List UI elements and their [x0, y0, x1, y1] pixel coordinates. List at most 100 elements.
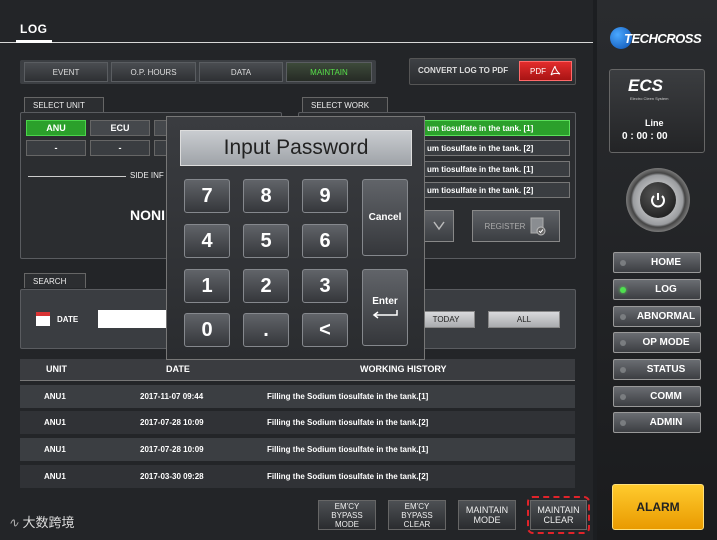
side-info-label: SIDE INF: [130, 171, 164, 180]
select-work-label: SELECT WORK: [302, 97, 388, 112]
tab-data[interactable]: DATA: [199, 62, 283, 82]
key-1[interactable]: 1: [184, 269, 230, 303]
search-label: SEARCH: [24, 273, 86, 288]
key-backspace[interactable]: <: [302, 313, 348, 347]
convert-pdf-label: CONVERT LOG TO PDF: [418, 66, 509, 75]
key-4[interactable]: 4: [184, 224, 230, 258]
key-6[interactable]: 6: [302, 224, 348, 258]
nav-abnormal-indicator: [620, 314, 626, 320]
document-check-icon: [530, 217, 546, 236]
ecs-subtitle: Electro Cleen System: [630, 96, 669, 101]
pdf-icon: [550, 65, 561, 76]
unit-ecu-button[interactable]: ECU: [90, 120, 150, 136]
work-item-2[interactable]: um tiosulfate in the tank. [2]: [422, 140, 570, 156]
nav-log-indicator: [620, 287, 626, 293]
column-header-date: DATE: [166, 364, 190, 374]
maintain-mode-line1: MAINTAIN: [465, 505, 509, 515]
line-time: 0 : 00 : 00: [622, 131, 668, 142]
tab-maintain[interactable]: MAINTAIN: [286, 62, 372, 82]
highlight-outline: [527, 496, 590, 534]
key-dot[interactable]: .: [243, 313, 289, 347]
nav-log-label: LOG: [655, 284, 677, 295]
cancel-label: Cancel: [368, 212, 402, 223]
nav-admin-indicator: [620, 420, 626, 426]
nav-admin[interactable]: ADMIN: [613, 412, 701, 433]
nav-abnormal[interactable]: ABNORMAL: [613, 306, 701, 327]
unit-anu-button[interactable]: ANU: [26, 120, 86, 136]
nav-status-indicator: [620, 367, 626, 373]
select-unit-label: SELECT UNIT: [24, 97, 104, 112]
key-5[interactable]: 5: [243, 224, 289, 258]
key-7[interactable]: 7: [184, 179, 230, 213]
page-title: LOG: [20, 22, 48, 36]
chevron-down-icon: [433, 221, 445, 231]
row-unit: ANU1: [44, 418, 66, 427]
row-history: Filling the Sodium tiosulfate in the tan…: [267, 392, 429, 401]
enter-button[interactable]: Enter: [362, 269, 408, 346]
nav-status[interactable]: STATUS: [613, 359, 701, 380]
nav-status-label: STATUS: [646, 364, 686, 375]
key-3[interactable]: 3: [302, 269, 348, 303]
nav-comm-label: COMM: [650, 391, 682, 402]
work-item-1[interactable]: um tiosulfate in the tank. [1]: [422, 120, 570, 136]
maintain-mode-line2: MODE: [473, 515, 501, 525]
power-button[interactable]: [626, 168, 690, 232]
pdf-button-label: PDF: [530, 66, 546, 76]
row-history: Filling the Sodium tiosulfate in the tan…: [267, 445, 429, 454]
nav-op-mode-indicator: [620, 340, 626, 346]
row-date: 2017-11-07 09:44: [140, 392, 204, 401]
emcy-bypass-mode-line2: MODE: [335, 519, 359, 529]
emcy-bypass-mode-line1: EM'CY BYPASS: [331, 501, 363, 520]
cancel-button[interactable]: Cancel: [362, 179, 408, 256]
work-item-3[interactable]: um tiosulfate in the tank. [1]: [422, 161, 570, 177]
key-9[interactable]: 9: [302, 179, 348, 213]
key-8[interactable]: 8: [243, 179, 289, 213]
nav-admin-label: ADMIN: [649, 417, 683, 428]
tab-event[interactable]: EVENT: [24, 62, 108, 82]
nav-log[interactable]: LOG: [613, 279, 701, 300]
all-button[interactable]: ALL: [488, 311, 560, 328]
register-button[interactable]: REGISTER: [472, 210, 560, 242]
work-dropdown-button[interactable]: [424, 210, 454, 242]
calendar-icon: [36, 312, 50, 326]
row-unit: ANU1: [44, 472, 66, 481]
date-input[interactable]: [98, 310, 168, 328]
pdf-button[interactable]: PDF: [519, 61, 572, 81]
title-underline: [16, 40, 52, 43]
nav-home-indicator: [620, 260, 626, 266]
nav-op-mode[interactable]: OP MODE: [613, 332, 701, 353]
date-label: DATE: [57, 315, 79, 324]
row-unit: ANU1: [44, 445, 66, 454]
unit-slot-1[interactable]: -: [26, 140, 86, 156]
alarm-button[interactable]: ALARM: [612, 484, 704, 530]
row-date: 2017-07-28 10:09: [140, 445, 204, 454]
key-0[interactable]: 0: [184, 313, 230, 347]
column-header-unit: UNIT: [46, 364, 67, 374]
register-label: REGISTER: [484, 221, 526, 231]
row-date: 2017-03-30 09:28: [140, 472, 204, 481]
key-2[interactable]: 2: [243, 269, 289, 303]
title-divider: [0, 42, 593, 43]
row-unit: ANU1: [44, 392, 66, 401]
unit-slot-2[interactable]: -: [90, 140, 150, 156]
nav-home[interactable]: HOME: [613, 252, 701, 273]
emcy-bypass-clear-line1: EM'CY BYPASS: [401, 501, 433, 520]
enter-arrow-icon: [372, 310, 398, 319]
table-header: [20, 359, 575, 381]
row-history: Filling the Sodium tiosulfate in the tan…: [267, 418, 429, 427]
nav-op-mode-label: OP MODE: [642, 337, 690, 348]
work-item-4[interactable]: um tiosulfate in the tank. [2]: [422, 182, 570, 198]
watermark-icon: ∿: [8, 515, 19, 530]
password-input[interactable]: Input Password: [180, 130, 412, 166]
ecs-logo: ECS: [628, 76, 663, 95]
maintain-mode-button[interactable]: MAINTAIN MODE: [458, 500, 516, 530]
emcy-bypass-mode-button[interactable]: EM'CY BYPASS MODE: [318, 500, 376, 530]
techcross-logo: TECHCROSS: [610, 27, 702, 49]
nav-comm-indicator: [620, 394, 626, 400]
today-button[interactable]: TODAY: [417, 311, 475, 328]
emcy-bypass-clear-button[interactable]: EM'CY BYPASS CLEAR: [388, 500, 446, 530]
nav-abnormal-label: ABNORMAL: [636, 311, 696, 322]
tab-op-hours[interactable]: O.P. HOURS: [111, 62, 196, 82]
nav-comm[interactable]: COMM: [613, 386, 701, 407]
emcy-bypass-clear-line2: CLEAR: [403, 519, 431, 529]
